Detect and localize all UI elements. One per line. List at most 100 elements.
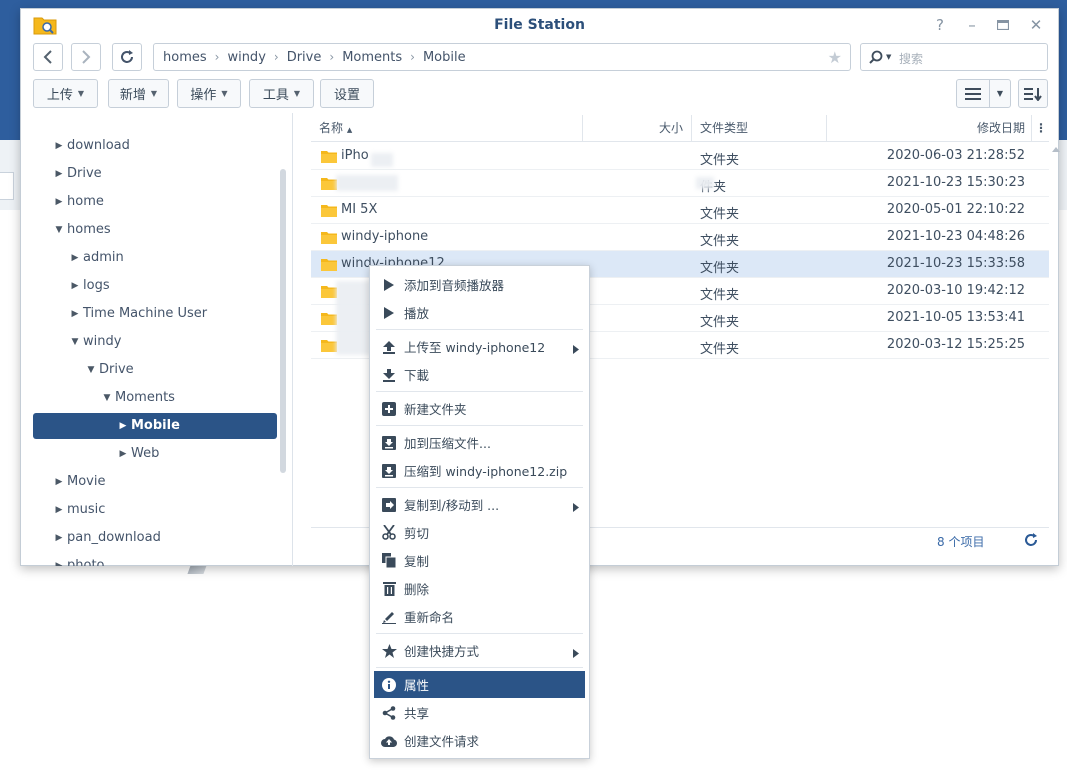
expand-right-icon[interactable]: ▶ bbox=[117, 413, 129, 439]
file-row[interactable]: 件夹2021-10-23 15:30:23 bbox=[311, 170, 1049, 197]
back-button[interactable] bbox=[33, 43, 63, 71]
list-view-button[interactable] bbox=[956, 79, 990, 108]
create-button[interactable]: 新增 ▼ bbox=[108, 79, 169, 108]
breadcrumb-windy[interactable]: windy bbox=[227, 50, 265, 65]
breadcrumb-mobile[interactable]: Mobile bbox=[423, 50, 466, 65]
menu-create-shortcut[interactable]: 创建快捷方式 bbox=[374, 637, 585, 664]
sidebar-item-pan-download[interactable]: ▶ pan_download bbox=[33, 525, 277, 551]
file-row[interactable]: iPho 文件夹 2020-06-03 21:28:52 bbox=[311, 143, 1049, 170]
expand-right-icon[interactable]: ▶ bbox=[53, 133, 65, 159]
list-scrollbar[interactable] bbox=[1052, 143, 1062, 169]
search-dropdown-icon[interactable]: ▼ bbox=[886, 53, 891, 61]
cloud-upload-icon bbox=[381, 735, 397, 747]
expand-right-icon[interactable]: ▶ bbox=[53, 497, 65, 523]
breadcrumb-separator-icon: › bbox=[214, 50, 220, 64]
sidebar-item-drive[interactable]: ▼ Drive bbox=[33, 357, 277, 383]
sidebar-item-admin[interactable]: ▶ admin bbox=[33, 245, 277, 271]
expand-right-icon[interactable]: ▶ bbox=[69, 245, 81, 271]
view-dropdown-button[interactable]: ▼ bbox=[989, 79, 1011, 108]
menu-new-folder[interactable]: 新建文件夹 bbox=[374, 395, 585, 422]
sidebar-item-web[interactable]: ▶ Web bbox=[33, 441, 277, 467]
upload-button[interactable]: 上传 ▼ bbox=[33, 79, 98, 108]
menu-delete[interactable]: 删除 bbox=[374, 575, 585, 602]
list-refresh-button[interactable] bbox=[1024, 533, 1038, 551]
help-icon[interactable]: ? bbox=[930, 15, 950, 35]
new-folder-icon bbox=[382, 401, 396, 416]
column-options-icon[interactable]: ⋮ bbox=[1032, 115, 1050, 141]
sidebar-item-movie[interactable]: ▶ Movie bbox=[33, 469, 277, 495]
sidebar-item-music[interactable]: ▶ music bbox=[33, 497, 277, 523]
address-bar[interactable]: homes › windy › Drive › Moments › Mobile… bbox=[153, 43, 851, 71]
sidebar-item-home[interactable]: ▶ home bbox=[33, 189, 277, 215]
sidebar-item-drive[interactable]: ▶ Drive bbox=[33, 161, 277, 187]
expand-right-icon[interactable]: ▶ bbox=[53, 469, 65, 495]
file-row[interactable]: windy-iphone 文件夹 2021-10-23 04:48:26 bbox=[311, 224, 1049, 251]
sidebar-item-homes[interactable]: ▼ homes bbox=[33, 217, 277, 243]
settings-button[interactable]: 设置 bbox=[320, 79, 374, 108]
search-input[interactable]: ▼ 搜索 bbox=[860, 43, 1048, 71]
action-button[interactable]: 操作 ▼ bbox=[177, 79, 241, 108]
breadcrumb-homes[interactable]: homes bbox=[163, 50, 207, 65]
column-size[interactable]: 大小 bbox=[583, 115, 692, 141]
expand-right-icon[interactable]: ▶ bbox=[53, 525, 65, 551]
file-row[interactable]: MI 5X 文件夹 2020-05-01 22:10:22 bbox=[311, 197, 1049, 224]
action-label: 操作 bbox=[190, 88, 217, 103]
menu-rename-label: 重新命名 bbox=[404, 610, 455, 625]
tools-button[interactable]: 工具 ▼ bbox=[249, 79, 314, 108]
menu-create-file-request[interactable]: 创建文件请求 bbox=[374, 727, 585, 754]
expand-right-icon[interactable]: ▶ bbox=[53, 161, 65, 187]
minimize-icon[interactable]: – bbox=[962, 15, 982, 35]
breadcrumb-separator-icon: › bbox=[329, 50, 335, 64]
menu-play[interactable]: 播放 bbox=[374, 299, 585, 326]
file-name: MI 5X bbox=[341, 202, 378, 217]
sort-button[interactable] bbox=[1018, 79, 1048, 108]
breadcrumb-moments[interactable]: Moments bbox=[342, 50, 402, 65]
sidebar-item-label: Mobile bbox=[131, 418, 180, 433]
sidebar-item-windy[interactable]: ▼ windy bbox=[33, 329, 277, 355]
window-title: File Station bbox=[494, 17, 585, 33]
menu-share[interactable]: 共享 bbox=[374, 699, 585, 726]
favorite-star-icon[interactable]: ★ bbox=[828, 48, 842, 67]
menu-cut[interactable]: 剪切 bbox=[374, 519, 585, 546]
folder-icon bbox=[321, 178, 337, 190]
expand-right-icon[interactable]: ▶ bbox=[69, 301, 81, 327]
context-menu: 添加到音频播放器 播放 上传至 windy-iphone12 下載 新建文件夹 … bbox=[369, 265, 590, 759]
menu-properties[interactable]: 属性 bbox=[374, 671, 585, 698]
menu-copy-move-to[interactable]: 复制到/移动到 ... bbox=[374, 491, 585, 518]
column-type[interactable]: 文件类型 bbox=[692, 115, 827, 141]
expand-down-icon[interactable]: ▼ bbox=[85, 357, 97, 383]
sidebar-item-download[interactable]: ▶ download bbox=[33, 133, 277, 159]
menu-compress-to[interactable]: 压缩到 windy-iphone12.zip bbox=[374, 457, 585, 484]
expand-down-icon[interactable]: ▼ bbox=[101, 385, 113, 411]
sidebar-scrollbar[interactable] bbox=[280, 169, 286, 473]
sidebar-item-logs[interactable]: ▶ logs bbox=[33, 273, 277, 299]
expand-right-icon[interactable]: ▶ bbox=[117, 441, 129, 467]
forward-button[interactable] bbox=[71, 43, 101, 71]
expand-down-icon[interactable]: ▼ bbox=[69, 329, 81, 355]
column-name[interactable]: 名称 ▲ bbox=[311, 115, 583, 141]
menu-add-to-player[interactable]: 添加到音频播放器 bbox=[374, 271, 585, 298]
expand-right-icon[interactable]: ▶ bbox=[53, 189, 65, 215]
menu-rename[interactable]: 重新命名 bbox=[374, 603, 585, 630]
menu-upload-to[interactable]: 上传至 windy-iphone12 bbox=[374, 333, 585, 360]
maximize-icon[interactable] bbox=[993, 15, 1013, 35]
expand-right-icon[interactable]: ▶ bbox=[69, 273, 81, 299]
sidebar-item-moments[interactable]: ▼ Moments bbox=[33, 385, 277, 411]
menu-download-label: 下載 bbox=[404, 368, 430, 383]
share-icon bbox=[382, 705, 396, 720]
column-modified[interactable]: 修改日期 bbox=[827, 115, 1032, 141]
close-icon[interactable]: ✕ bbox=[1026, 15, 1046, 35]
menu-copy[interactable]: 复制 bbox=[374, 547, 585, 574]
sidebar-item-time-machine-user[interactable]: ▶ Time Machine User bbox=[33, 301, 277, 327]
expand-right-icon[interactable]: ▶ bbox=[53, 553, 65, 566]
sidebar-item-label: Web bbox=[131, 446, 160, 461]
expand-down-icon[interactable]: ▼ bbox=[53, 217, 65, 243]
menu-add-to-archive[interactable]: 加到压缩文件... bbox=[374, 429, 585, 456]
sidebar-item-mobile[interactable]: ▶ Mobile bbox=[33, 413, 277, 439]
folder-icon bbox=[321, 205, 337, 217]
refresh-button[interactable] bbox=[112, 43, 142, 71]
menu-download[interactable]: 下載 bbox=[374, 361, 585, 388]
menu-create-shortcut-label: 创建快捷方式 bbox=[404, 644, 480, 659]
breadcrumb-drive[interactable]: Drive bbox=[287, 50, 322, 65]
sidebar-item-photo[interactable]: ▶ photo bbox=[33, 553, 277, 566]
